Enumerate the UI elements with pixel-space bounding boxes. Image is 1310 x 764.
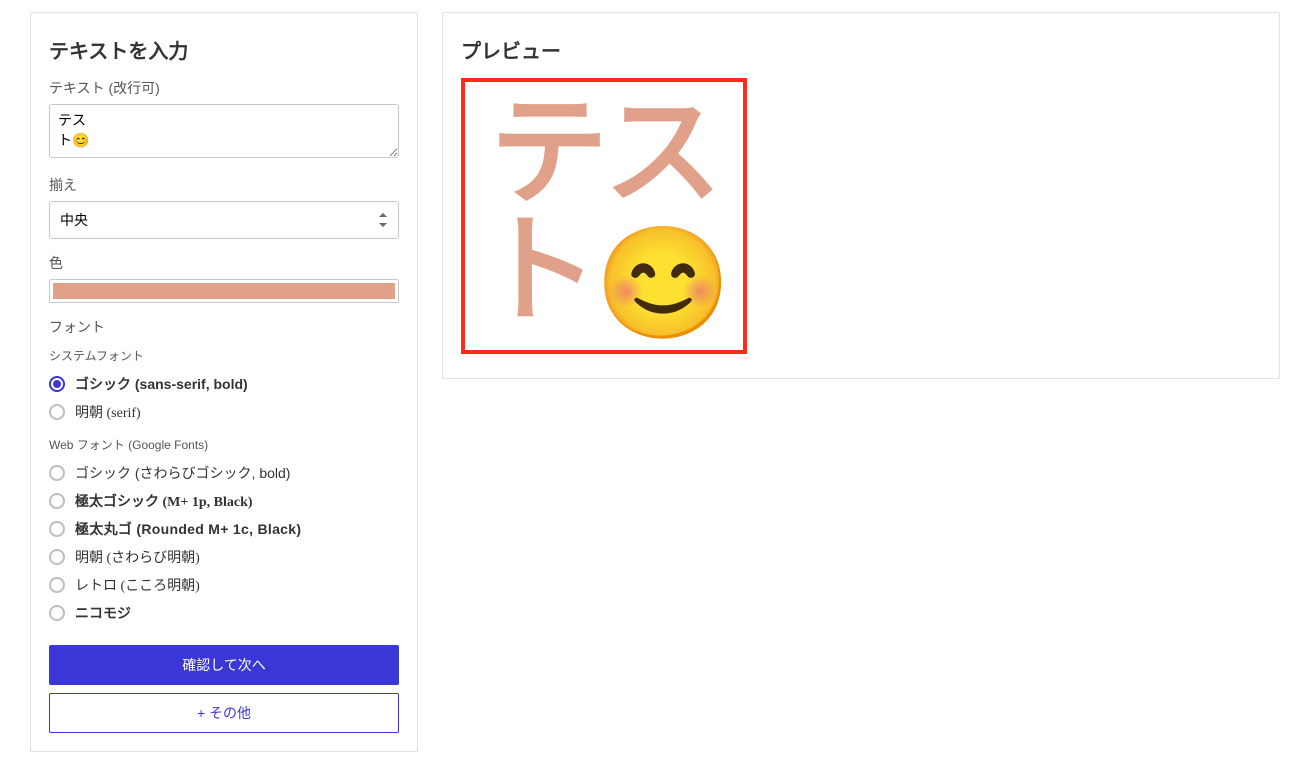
font-option-mplus-black[interactable]: 極太ゴシック (M+ 1p, Black) [49, 487, 399, 515]
align-label: 揃え [49, 175, 399, 195]
color-picker[interactable] [49, 279, 399, 303]
confirm-button[interactable]: 確認して次へ [49, 645, 399, 685]
font-label: フォント [49, 317, 399, 337]
preview-title: プレビュー [461, 35, 1261, 64]
preview-panel: プレビュー テス ト😊 [442, 12, 1280, 379]
font-option-label: 明朝 (serif) [75, 402, 141, 422]
font-option-serif[interactable]: 明朝 (serif) [49, 398, 399, 426]
radio-icon [49, 577, 65, 593]
font-option-nicomoji[interactable]: ニコモジ [49, 599, 399, 627]
font-option-label: 明朝 (さわらび明朝) [75, 547, 200, 567]
color-swatch [53, 283, 395, 299]
preview-line2-text: ト [481, 205, 595, 337]
smile-emoji-icon: 😊 [595, 222, 728, 345]
font-group-system: システムフォント [49, 347, 399, 364]
radio-icon [49, 404, 65, 420]
preview-line1: テス [490, 87, 718, 219]
font-group-web: Web フォント (Google Fonts) [49, 436, 399, 453]
panel-title: テキストを入力 [49, 35, 399, 64]
radio-icon [49, 465, 65, 481]
align-select[interactable]: 中央 [49, 201, 399, 239]
font-option-label: レトロ (こころ明朝) [75, 575, 200, 595]
font-option-rounded-black[interactable]: 極太丸ゴ (Rounded M+ 1c, Black) [49, 515, 399, 543]
radio-icon [49, 521, 65, 537]
radio-icon [49, 493, 65, 509]
input-panel: テキストを入力 テキスト (改行可) 揃え 中央 色 フォント システムフォント… [30, 12, 418, 752]
font-option-label: ゴシック (さわらびゴシック, bold) [75, 463, 290, 483]
more-button[interactable]: + その他 [49, 693, 399, 733]
text-label: テキスト (改行可) [49, 78, 399, 98]
color-label: 色 [49, 253, 399, 273]
font-option-sawarabi-gothic[interactable]: ゴシック (さわらびゴシック, bold) [49, 459, 399, 487]
text-input[interactable] [49, 104, 399, 158]
font-option-label: ニコモジ [75, 603, 131, 623]
font-option-sawarabi-mincho[interactable]: 明朝 (さわらび明朝) [49, 543, 399, 571]
radio-icon [49, 605, 65, 621]
font-option-label: 極太丸ゴ (Rounded M+ 1c, Black) [75, 519, 301, 539]
preview-text: テス ト😊 [481, 94, 728, 339]
radio-icon [49, 376, 65, 392]
radio-icon [49, 549, 65, 565]
align-select-wrap: 中央 [49, 201, 399, 239]
font-option-label: 極太ゴシック (M+ 1p, Black) [75, 491, 253, 511]
font-option-gothic-bold[interactable]: ゴシック (sans-serif, bold) [49, 370, 399, 398]
preview-frame: テス ト😊 [461, 78, 747, 354]
font-option-kokoro[interactable]: レトロ (こころ明朝) [49, 571, 399, 599]
font-option-label: ゴシック (sans-serif, bold) [75, 374, 248, 394]
